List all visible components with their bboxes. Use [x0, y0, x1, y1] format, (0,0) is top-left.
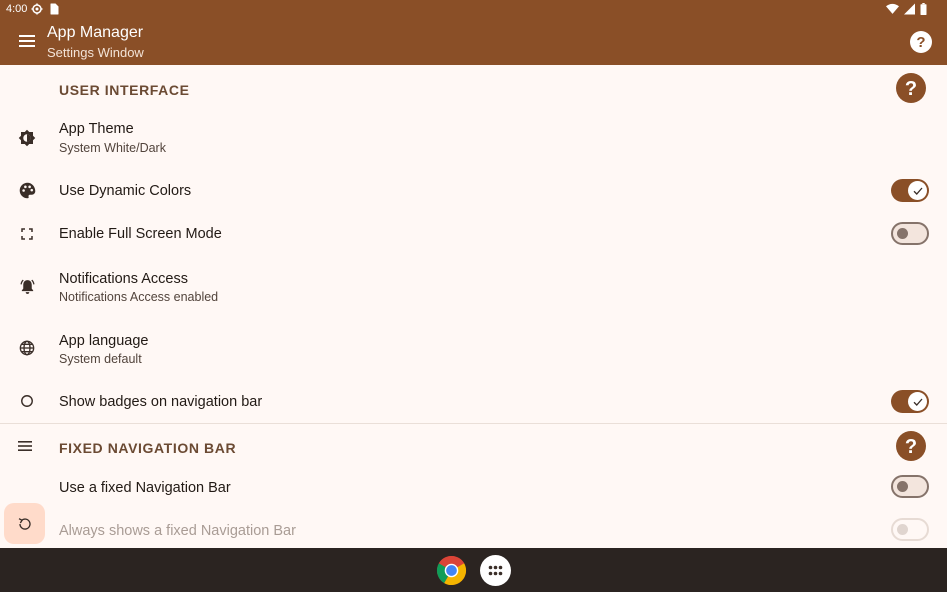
palette-icon [17, 180, 37, 200]
signal-icon [904, 3, 915, 15]
wifi-icon [886, 3, 899, 14]
reset-icon [18, 517, 31, 530]
help-button[interactable]: ? [909, 30, 933, 54]
svg-text:?: ? [905, 436, 917, 458]
circle-icon [17, 391, 37, 411]
settings-list[interactable]: USER INTERFACE ? App Theme System White/… [0, 65, 947, 548]
switch-knob [897, 524, 908, 535]
app-title: App Manager [47, 24, 144, 41]
svg-text:?: ? [905, 78, 917, 100]
setting-app-theme[interactable]: App Theme System White/Dark [0, 111, 947, 167]
setting-title: Use a fixed Navigation Bar [59, 480, 231, 496]
chrome-icon[interactable] [436, 555, 467, 586]
setting-subtitle: System White/Dark [59, 141, 166, 155]
check-icon [913, 187, 922, 195]
section-help-button[interactable]: ? [896, 431, 926, 461]
app-drawer-icon[interactable] [480, 555, 511, 586]
section-header-user-interface: USER INTERFACE ? [0, 65, 947, 111]
show-badges-switch[interactable] [891, 390, 929, 413]
setting-subtitle: System default [59, 352, 142, 366]
section-title: FIXED NAVIGATION BAR [59, 440, 237, 456]
setting-title: Notifications Access [59, 271, 188, 287]
setting-title: Always shows a fixed Navigation Bar [59, 523, 296, 539]
sim-card-icon [50, 3, 59, 15]
status-bar: 4:00 [0, 0, 947, 18]
setting-notifications-access[interactable]: Notifications Access Notifications Acces… [0, 261, 947, 317]
always-show-navigation-bar-switch [891, 518, 929, 541]
navigation-menu-button[interactable] [14, 29, 40, 53]
list-icon [18, 441, 32, 451]
setting-title: Enable Full Screen Mode [59, 226, 222, 242]
setting-use-fixed-navigation-bar[interactable]: Use a fixed Navigation Bar [0, 470, 947, 510]
switch-knob [908, 181, 927, 200]
app-subtitle: Settings Window [47, 45, 144, 60]
section-title: USER INTERFACE [59, 82, 190, 98]
hamburger-menu-icon [19, 35, 35, 47]
taskbar [0, 548, 947, 592]
setting-show-badges[interactable]: Show badges on navigation bar [0, 379, 947, 423]
setting-subtitle: Notifications Access enabled [59, 290, 219, 304]
dynamic-colors-switch[interactable] [891, 179, 929, 202]
section-help-button[interactable]: ? [896, 73, 926, 103]
full-screen-mode-switch[interactable] [891, 222, 929, 245]
app-bar: App Manager Settings Window ? [0, 18, 947, 65]
setting-full-screen-mode[interactable]: Enable Full Screen Mode [0, 213, 947, 255]
settings-icon [31, 3, 43, 15]
switch-knob [897, 481, 908, 492]
check-icon [913, 398, 922, 406]
fullscreen-icon [17, 224, 37, 244]
switch-knob [897, 228, 908, 239]
setting-always-show-fixed-navigation-bar: Always shows a fixed Navigation Bar [0, 510, 947, 548]
notification-bell-icon [17, 276, 37, 296]
setting-title: Use Dynamic Colors [59, 183, 192, 199]
svg-text:?: ? [916, 34, 925, 51]
status-time: 4:00 [6, 3, 28, 15]
section-header-fixed-navigation-bar: FIXED NAVIGATION BAR ? [0, 424, 947, 470]
setting-app-language[interactable]: App language System default [0, 323, 947, 379]
reset-button[interactable] [4, 503, 45, 544]
fixed-navigation-bar-switch[interactable] [891, 475, 929, 498]
setting-title: App Theme [59, 121, 134, 137]
switch-knob [908, 392, 927, 411]
theme-icon [17, 128, 37, 148]
globe-icon [17, 338, 37, 358]
setting-dynamic-colors[interactable]: Use Dynamic Colors [0, 167, 947, 213]
setting-title: Show badges on navigation bar [59, 394, 263, 410]
setting-title: App language [59, 333, 149, 349]
battery-icon [920, 3, 927, 15]
grid-dots-icon [488, 565, 503, 576]
